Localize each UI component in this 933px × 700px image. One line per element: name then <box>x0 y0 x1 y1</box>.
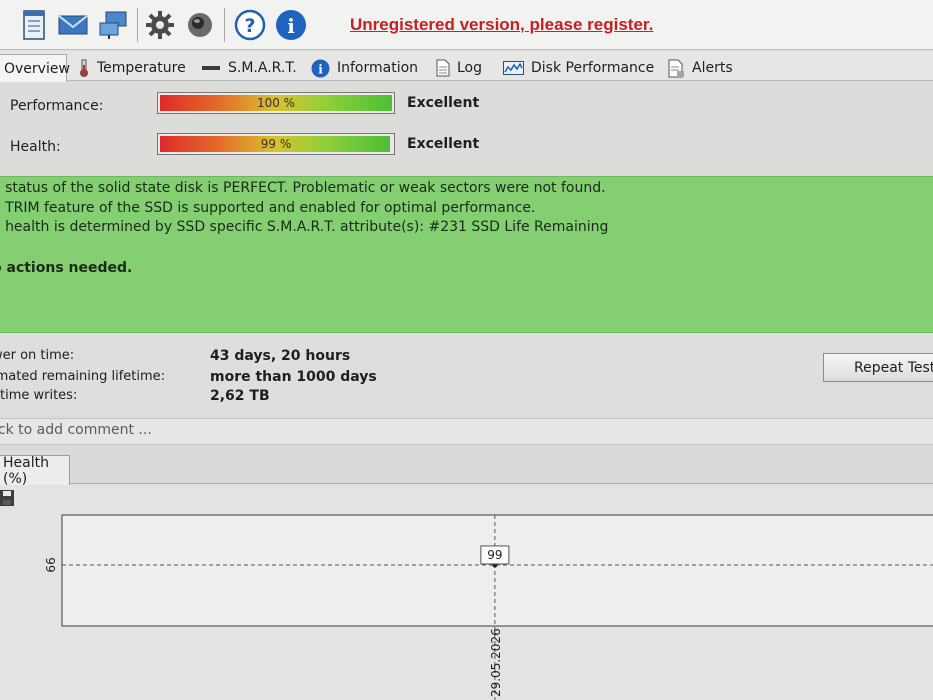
lifetime-label: imated remaining lifetime: <box>0 369 166 384</box>
x-tick-label: 29.05.2026 <box>489 628 503 697</box>
gear-icon[interactable] <box>143 8 177 42</box>
health-value: 99 % <box>260 137 292 151</box>
y-tick-label: 99 <box>43 557 57 572</box>
power-on-label: wer on time: <box>0 348 75 363</box>
lifetime-value: more than 1000 days <box>210 369 377 385</box>
tab-disk-performance[interactable]: Disk Performance <box>503 55 654 81</box>
tab-label: Log <box>457 60 483 76</box>
status-line: e TRIM feature of the SSD is supported a… <box>0 200 536 216</box>
tab-log[interactable]: Log <box>436 55 482 81</box>
tab-temperature[interactable]: Temperature <box>78 55 186 81</box>
notepad-icon[interactable] <box>17 8 51 42</box>
comment-field[interactable]: ick to add comment ... <box>0 418 933 445</box>
tab-label: Alerts <box>692 60 733 76</box>
tab-label: Temperature <box>97 60 186 76</box>
info-section: wer on time: 43 days, 20 hours imated re… <box>0 334 933 416</box>
tab-overview[interactable]: Overview <box>0 54 70 82</box>
health-label: Health: <box>10 139 61 155</box>
speaker-icon[interactable] <box>183 8 217 42</box>
tab-label: Health (%) <box>3 454 49 487</box>
status-line: e status of the solid state disk is PERF… <box>0 180 606 196</box>
health-chart: 99 99 29.05.2026 <box>43 514 933 700</box>
performance-rating: Excellent <box>407 95 480 111</box>
tab-bar: Overview Temperature S.M.A.R.T. i Inform… <box>0 51 933 82</box>
lifetime-writes-label: etime writes: <box>0 388 78 403</box>
thermometer-icon <box>78 59 90 77</box>
tab-information[interactable]: i Information <box>311 55 418 81</box>
health-bar: 99 % <box>157 133 395 155</box>
status-line: e health is determined by SSD specific S… <box>0 219 609 235</box>
repeat-test-button[interactable]: Repeat Test <box>823 353 933 382</box>
tab-label: Disk Performance <box>531 60 655 76</box>
mail-icon[interactable] <box>56 8 90 42</box>
comment-placeholder: ick to add comment ... <box>0 422 152 438</box>
status-panel: e status of the solid state disk is PERF… <box>0 176 933 333</box>
performance-bar: 100 % <box>157 92 395 114</box>
info-icon[interactable]: i <box>274 8 308 42</box>
tab-label: Overview <box>4 60 70 77</box>
data-label: 99 <box>487 548 502 562</box>
toolbar-separator <box>224 8 225 42</box>
toolbar-separator <box>137 8 138 42</box>
network-icon[interactable] <box>96 8 130 42</box>
lifetime-writes-value: 2,62 TB <box>210 388 270 404</box>
performance-value: 100 % <box>256 96 296 110</box>
tab-health-chart[interactable]: Health (%) <box>0 454 70 487</box>
status-action: o actions needed. <box>0 260 133 276</box>
toolbar: ? i Unregistered version, please registe… <box>0 0 933 50</box>
plot-area <box>61 514 933 627</box>
performance-chart-icon <box>503 61 524 75</box>
svg-text:?: ? <box>244 15 255 37</box>
drive-icon <box>201 63 221 73</box>
health-rating: Excellent <box>407 136 480 152</box>
power-on-value: 43 days, 20 hours <box>210 348 351 364</box>
tab-label: Information <box>337 60 419 76</box>
document-icon <box>436 59 450 77</box>
tab-smart[interactable]: S.M.A.R.T. <box>201 55 297 81</box>
svg-text:i: i <box>318 62 323 76</box>
register-link[interactable]: Unregistered version, please register. <box>350 15 653 35</box>
chart-tab-bar: Health (%) <box>0 447 933 487</box>
tab-label: S.M.A.R.T. <box>228 60 297 76</box>
svg-text:i: i <box>287 14 295 38</box>
alert-document-icon <box>668 59 685 78</box>
performance-label: Performance: <box>10 98 104 114</box>
info-icon: i <box>311 59 330 78</box>
tab-alerts[interactable]: Alerts <box>668 55 733 81</box>
help-icon[interactable]: ? <box>233 8 267 42</box>
